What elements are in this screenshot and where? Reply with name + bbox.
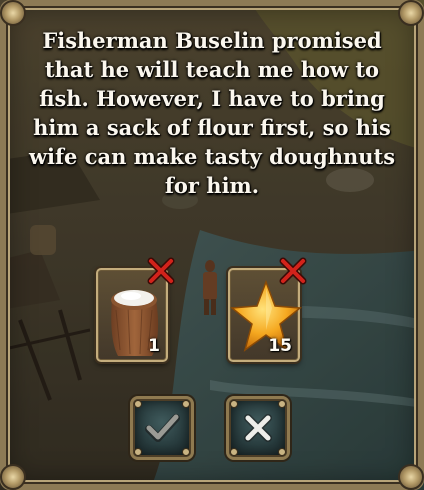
requirement-slot-flour: 1 [96, 257, 175, 362]
checkmark-icon [145, 414, 180, 442]
frame-corner-ornament [0, 0, 26, 26]
frame-corner-ornament [398, 464, 424, 490]
frame-corner-ornament [398, 0, 424, 26]
confirm-button[interactable] [130, 396, 194, 460]
quest-message: Fisherman Buselin promised that he will … [28, 28, 396, 198]
cancel-button[interactable] [226, 396, 290, 460]
flour-quantity: 1 [148, 336, 160, 356]
unmet-requirement-x-icon [279, 257, 307, 285]
frame-corner-ornament [0, 464, 26, 490]
stars-quantity: 15 [268, 336, 292, 356]
close-icon [244, 414, 272, 442]
requirement-slot-stars: 15 [228, 257, 307, 362]
unmet-requirement-x-icon [147, 257, 175, 285]
